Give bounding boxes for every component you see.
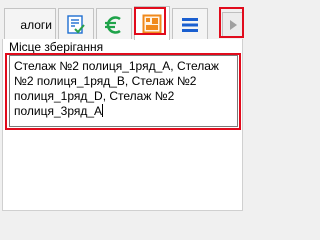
euro-icon bbox=[105, 15, 121, 34]
tab-prices[interactable] bbox=[96, 8, 132, 40]
triangle-right-icon bbox=[229, 20, 237, 30]
text-caret bbox=[102, 104, 104, 117]
storage-location-value: Стелаж №2 полиця_1ряд_А, Стелаж №2 полиц… bbox=[14, 59, 219, 118]
tab-catalogs[interactable]: алоги bbox=[4, 8, 56, 40]
storage-location-panel: алоги Місце зберігання Стелаж №2 полиця_… bbox=[0, 0, 245, 213]
storage-location-label: Місце зберігання bbox=[9, 40, 104, 54]
image-icon bbox=[142, 14, 162, 33]
scroll-tabs-right-button[interactable] bbox=[222, 12, 243, 38]
storage-location-textarea[interactable]: Стелаж №2 полиця_1ряд_А, Стелаж №2 полиц… bbox=[9, 55, 238, 127]
tab-catalogs-label: алоги bbox=[20, 17, 52, 32]
document-check-icon bbox=[67, 14, 85, 34]
tab-document[interactable] bbox=[58, 8, 94, 40]
empty-area bbox=[9, 131, 238, 207]
list-icon bbox=[182, 17, 198, 32]
tab-list[interactable] bbox=[172, 8, 208, 40]
tab-strip: алоги bbox=[2, 2, 243, 40]
tab-image[interactable] bbox=[134, 6, 170, 40]
